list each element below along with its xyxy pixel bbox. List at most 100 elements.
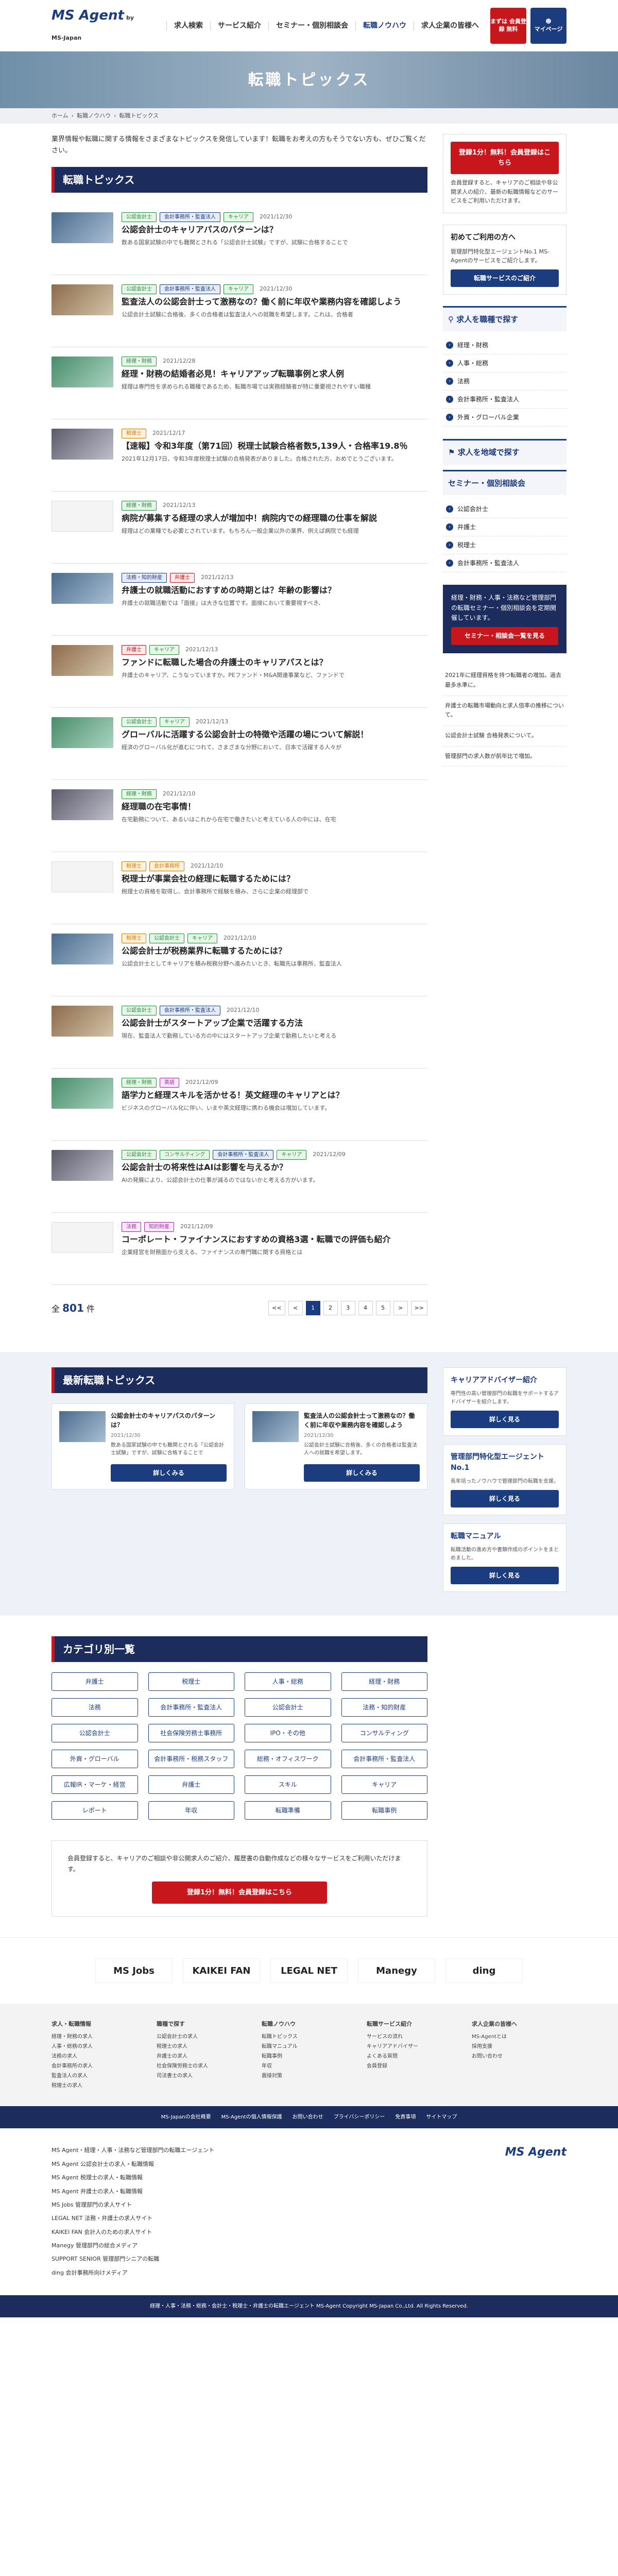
footer-link[interactable]: お問い合わせ bbox=[472, 2052, 566, 2061]
category-tag[interactable]: 法務 bbox=[122, 1222, 141, 1232]
footer-link[interactable]: 年収 bbox=[262, 2061, 356, 2071]
article-thumbnail[interactable] bbox=[52, 501, 113, 532]
category-tag[interactable]: 弁護士 bbox=[122, 645, 146, 655]
category-button[interactable]: 経理・財務 bbox=[341, 1672, 427, 1691]
article-title[interactable]: 税理士が事業会社の経理に転職するためには？ bbox=[122, 873, 427, 885]
footer-bar-link[interactable]: サイトマップ bbox=[426, 2114, 457, 2120]
article-title[interactable]: ファンドに転職した場合の弁護士のキャリアパスとは？ bbox=[122, 657, 427, 668]
article-thumbnail[interactable] bbox=[52, 717, 113, 749]
category-tag[interactable]: キャリア bbox=[277, 1150, 307, 1160]
latest-card-title[interactable]: 監査法人の公認会計士って激務なの？働く前に年収や業務内容を確認しよう bbox=[304, 1411, 420, 1430]
page-link[interactable]: >> bbox=[410, 1301, 427, 1316]
article-item[interactable]: 公認会計士 会計事務所・監査法人 キャリア 2021/12/30 監査法人の公認会計士っ… bbox=[52, 275, 427, 348]
breadcrumb-home[interactable]: ホーム bbox=[52, 112, 68, 121]
category-button[interactable]: コンサルティング bbox=[341, 1724, 427, 1743]
category-button[interactable]: スキル bbox=[245, 1775, 331, 1794]
category-button[interactable]: 税理士 bbox=[148, 1672, 234, 1691]
brand-logo[interactable]: Manegy bbox=[358, 1958, 435, 1984]
footer-bar-link[interactable]: MS-Agentの個人情報保護 bbox=[221, 2114, 282, 2120]
footer-logo[interactable]: MS Agent bbox=[505, 2144, 566, 2161]
footer-link[interactable]: 公認会計士の求人 bbox=[157, 2032, 251, 2042]
article-thumbnail[interactable] bbox=[52, 789, 113, 821]
category-tag[interactable]: 会計事務所・監査法人 bbox=[160, 1006, 220, 1016]
article-item[interactable]: 法務・知的財産 弁護士 2021/12/13 弁護士の就職活動におすすめの時期とは？年… bbox=[52, 564, 427, 636]
register-button[interactable]: まずは 会員登録 無料 bbox=[490, 7, 526, 44]
sidebar-note[interactable]: 弁護士の転職市場動向と求人倍率の推移について。 bbox=[443, 696, 566, 726]
category-tag[interactable]: 会計事務所・監査法人 bbox=[160, 212, 220, 223]
category-button[interactable]: レポート bbox=[52, 1801, 138, 1820]
article-item[interactable]: 公認会計士 コンサルティング 会計事務所・監査法人 キャリア 2021/12/09 公認会… bbox=[52, 1141, 427, 1213]
category-tag[interactable]: 会計事務所・監査法人 bbox=[160, 284, 220, 295]
article-title[interactable]: 経理職の在宅事情！ bbox=[122, 801, 427, 812]
category-button[interactable]: 弁護士 bbox=[52, 1672, 138, 1691]
footer-link[interactable]: 経理・財務の求人 bbox=[52, 2032, 146, 2042]
category-tag[interactable]: 経理・財務 bbox=[122, 501, 157, 511]
category-tag[interactable]: 会計事務所・監査法人 bbox=[213, 1150, 274, 1160]
category-tag[interactable]: コンサルティング bbox=[160, 1150, 210, 1160]
article-item[interactable]: 経理・財務 英語 2021/12/09 語学力と経理スキルを活かせる！英文経理のキャリ… bbox=[52, 1069, 427, 1141]
latest-card-button[interactable]: 詳しくみる bbox=[304, 1464, 420, 1482]
article-thumbnail[interactable] bbox=[52, 429, 113, 460]
footer-bar-link[interactable]: 免責事項 bbox=[395, 2114, 416, 2120]
article-item[interactable]: 公認会計士 会計事務所・監査法人 2021/12/10 公認会計士がスタートアップ企業… bbox=[52, 996, 427, 1069]
footer-site-link[interactable]: MS Agent 弁護士の求人・転職情報 bbox=[52, 2185, 505, 2198]
category-tag[interactable]: 公認会計士 bbox=[122, 717, 157, 727]
job-type-item[interactable]: › 会計事務所・監査法人 bbox=[443, 391, 566, 409]
category-tag[interactable]: 英語 bbox=[160, 1078, 179, 1088]
article-item[interactable]: 法務 知的財産 2021/12/09 コーポレート・ファイナンスにおすすめの資格3選・… bbox=[52, 1213, 427, 1285]
sidebar-note[interactable]: 公認会計士試験 合格発表について。 bbox=[443, 726, 566, 747]
page-link[interactable]: << bbox=[268, 1301, 285, 1316]
category-tag[interactable]: キャリア bbox=[149, 645, 179, 655]
footer-link[interactable]: 転職事例 bbox=[262, 2052, 356, 2061]
mypage-button[interactable]: ☻ マイページ bbox=[530, 7, 566, 44]
article-title[interactable]: 公認会計士の将来性はAIは影響を与えるか？ bbox=[122, 1162, 427, 1173]
article-item[interactable]: 公認会計士 キャリア 2021/12/13 グローバルに活躍する公認会計士の特徴や活躍… bbox=[52, 708, 427, 781]
category-tag[interactable]: 会計事務所 bbox=[149, 861, 184, 872]
bottom-register-button[interactable]: 登録1分！無料！会員登録はこちら bbox=[152, 1881, 327, 1904]
latest-card-title[interactable]: 公認会計士のキャリアパスのパターンは？ bbox=[111, 1411, 227, 1430]
seminar-item[interactable]: › 税理士 bbox=[443, 536, 566, 555]
article-thumbnail[interactable] bbox=[52, 934, 113, 965]
footer-bar-link[interactable]: MS-Japanの会社概要 bbox=[161, 2114, 211, 2120]
seminar-list-button[interactable]: セミナー・相談会一覧を見る bbox=[451, 627, 558, 646]
category-tag[interactable]: 知的財産 bbox=[144, 1222, 174, 1232]
latest-card-button[interactable]: 詳しくみる bbox=[111, 1464, 227, 1482]
footer-link[interactable]: 人事・総務の求人 bbox=[52, 2042, 146, 2052]
category-button[interactable]: 法務・知的財産 bbox=[341, 1698, 427, 1717]
footer-link[interactable]: 弁護士の求人 bbox=[157, 2052, 251, 2061]
category-button[interactable]: IPO・その他 bbox=[245, 1724, 331, 1743]
category-tag[interactable]: 経理・財務 bbox=[122, 789, 157, 800]
footer-site-link[interactable]: MS Agent・経理・人事・法務など管理部門の転職エージェント bbox=[52, 2144, 505, 2157]
latest-card[interactable]: 監査法人の公認会計士って激務なの？働く前に年収や業務内容を確認しよう 2021/1… bbox=[245, 1403, 427, 1490]
page-link[interactable]: 1 bbox=[305, 1301, 320, 1316]
article-title[interactable]: グローバルに活躍する公認会計士の特徴や活躍の場について解説！ bbox=[122, 729, 427, 740]
category-button[interactable]: 弁護士 bbox=[148, 1775, 234, 1794]
brand-logo[interactable]: MS Jobs bbox=[95, 1958, 173, 1984]
category-tag[interactable]: 公認会計士 bbox=[149, 934, 184, 944]
article-item[interactable]: 税理士 公認会計士 キャリア 2021/12/10 公認会計士が税務業界に転職するために… bbox=[52, 924, 427, 997]
article-thumbnail[interactable] bbox=[52, 861, 113, 893]
page-link[interactable]: 4 bbox=[358, 1301, 373, 1316]
footer-link[interactable]: 転職マニュアル bbox=[262, 2042, 356, 2052]
sidebar-note[interactable]: 2021年に経理資格を持つ転職者の増加。過去最多水準に。 bbox=[443, 666, 566, 696]
category-tag[interactable]: キャリア bbox=[224, 284, 253, 295]
job-by-area-heading[interactable]: ⚑ 求人を地域で探す bbox=[443, 439, 566, 465]
article-thumbnail[interactable] bbox=[52, 1006, 113, 1037]
category-tag[interactable]: 経理・財務 bbox=[122, 1078, 157, 1088]
footer-site-link[interactable]: MS Agent 公認会計士の求人・転職情報 bbox=[52, 2158, 505, 2171]
category-tag[interactable]: 弁護士 bbox=[170, 573, 195, 583]
article-title[interactable]: 【速報】令和3年度（第71回）税理士試験合格者数5,139人・合格率19.8％ bbox=[122, 440, 427, 452]
footer-link[interactable]: 税理士の求人 bbox=[52, 2081, 146, 2091]
footer-site-link[interactable]: Manegy 管理部門の総合メディア bbox=[52, 2239, 505, 2252]
footer-link[interactable]: 司法書士の求人 bbox=[157, 2071, 251, 2081]
footer-site-link[interactable]: MS Agent 税理士の求人・転職情報 bbox=[52, 2171, 505, 2184]
category-button[interactable]: 広報IR・マーケ・経営 bbox=[52, 1775, 138, 1794]
category-tag[interactable]: キャリア bbox=[187, 934, 217, 944]
article-thumbnail[interactable] bbox=[52, 1150, 113, 1181]
category-button[interactable]: 会計事務所・監査法人 bbox=[148, 1698, 234, 1717]
article-title[interactable]: コーポレート・ファイナンスにおすすめの資格3選・転職での評価も紹介 bbox=[122, 1234, 427, 1245]
latest-card[interactable]: 公認会計士のキャリアパスのパターンは？ 2021/12/30 数ある国家試験の中でも… bbox=[52, 1403, 234, 1490]
category-button[interactable]: 法務 bbox=[52, 1698, 138, 1717]
article-thumbnail[interactable] bbox=[52, 284, 113, 316]
seminar-item[interactable]: › 弁護士 bbox=[443, 518, 566, 537]
